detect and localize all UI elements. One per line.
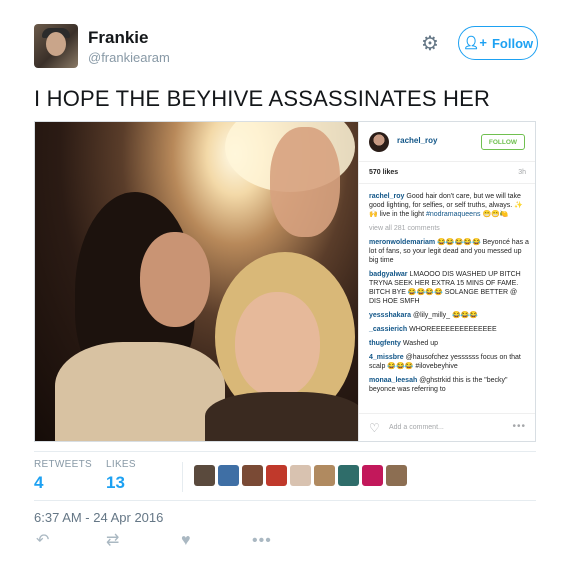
retweets-label: RETWEETS (34, 459, 92, 470)
comment-user: meronwoldemariam (369, 239, 436, 246)
caption-emoji: 😁😁🍋 (482, 211, 509, 218)
view-all-comments: view all 281 comments (369, 225, 440, 232)
liker-avatar[interactable] (362, 465, 383, 486)
user-name[interactable]: Frankie (88, 28, 148, 48)
instagram-time: 3h (518, 169, 526, 176)
instagram-avatar (369, 132, 389, 152)
heart-outline-icon: ♡ (369, 421, 380, 435)
tweet-actions: ↶ ⇄ ♥ ••• (34, 530, 334, 554)
comment-text: Washed up (402, 340, 438, 347)
comment: 4_missbre @hausofchez yessssss focus on … (369, 353, 529, 371)
photo-person-left-body (55, 342, 225, 441)
instagram-more-icon: ••• (512, 421, 526, 432)
comment-text: @lily_milly_ 😂😂😂 (413, 312, 479, 319)
tweet-media[interactable]: rachel_roy FOLLOW 570 likes 3h rachel_ro… (34, 121, 536, 442)
liker-avatar[interactable] (386, 465, 407, 486)
comment-user: thugfenty (369, 340, 401, 347)
instagram-header: rachel_roy FOLLOW (359, 122, 535, 162)
tweet-header: Frankie @frankiearam ⚙ 👤︎+ Follow (34, 24, 538, 72)
comment: badgyalwar LMAOOO DIS WASHED UP BITCH TR… (369, 270, 529, 306)
comment: _cassierich WHOREEEEEEEEEEEEEE (369, 325, 529, 334)
likes-stat[interactable]: LIKES 13 (106, 459, 136, 493)
tweet-text: I HOPE THE BEYHIVE ASSASSINATES HER (34, 86, 491, 111)
caption-user: rachel_roy (369, 193, 405, 200)
liker-avatar[interactable] (218, 465, 239, 486)
instagram-panel: rachel_roy FOLLOW 570 likes 3h rachel_ro… (358, 122, 535, 441)
comment-text: WHOREEEEEEEEEEEEEE (409, 326, 497, 333)
instagram-follow-button: FOLLOW (481, 134, 525, 150)
retweets-count: 4 (34, 473, 44, 492)
likes-count: 13 (106, 473, 125, 492)
retweet-icon[interactable]: ⇄ (106, 532, 119, 550)
follow-button[interactable]: 👤︎+ Follow (458, 26, 538, 60)
gear-icon[interactable]: ⚙ (418, 32, 442, 56)
comment: meronwoldemariam 😂😂😂😂😂 Beyoncé has a lot… (369, 238, 529, 265)
instagram-caption: rachel_roy Good hair don't care, but we … (369, 192, 529, 219)
tweet-stats: RETWEETS 4 LIKES 13 (34, 451, 536, 501)
avatar[interactable] (34, 24, 78, 68)
liker-avatar[interactable] (242, 465, 263, 486)
instagram-comments: rachel_roy Good hair don't care, but we … (369, 192, 529, 399)
comment: yessshakara @lily_milly_ 😂😂😂 (369, 311, 529, 320)
reply-icon[interactable]: ↶ (36, 532, 49, 550)
liker-avatar[interactable] (290, 465, 311, 486)
add-comment-placeholder: Add a comment... (389, 424, 444, 431)
liker-avatar[interactable] (194, 465, 215, 486)
comment-user: _cassierich (369, 326, 408, 333)
photo-hand (270, 127, 340, 237)
likes-label: LIKES (106, 459, 136, 470)
comment-user: yessshakara (369, 312, 412, 319)
avatar-face (46, 32, 66, 56)
comment: thugfenty Washed up (369, 339, 529, 348)
comment-user: badgyalwar (369, 271, 408, 278)
comment-user: 4_missbre (369, 354, 404, 361)
instagram-likes: 570 likes (369, 169, 399, 176)
liker-avatar[interactable] (266, 465, 287, 486)
liker-avatar[interactable] (314, 465, 335, 486)
heart-icon[interactable]: ♥ (181, 532, 191, 550)
instagram-meta: 570 likes 3h (359, 162, 535, 184)
comment-user: monaa_leesah (369, 377, 418, 384)
photo (35, 122, 358, 441)
comment: monaa_leesah @ghstrkid this is the "beck… (369, 376, 529, 394)
caption-hashtag: #nodramaqueens (425, 211, 481, 218)
retweets-stat[interactable]: RETWEETS 4 (34, 459, 92, 493)
instagram-footer: ♡ Add a comment... ••• (359, 413, 535, 441)
photo-person-right-body (205, 392, 358, 441)
user-handle[interactable]: @frankiearam (88, 50, 170, 65)
add-user-icon: 👤︎+ (462, 35, 487, 50)
photo-person-right-face (235, 292, 320, 397)
instagram-username: rachel_roy (397, 136, 438, 145)
liker-avatars (194, 465, 407, 486)
tweet-timestamp[interactable]: 6:37 AM - 24 Apr 2016 (34, 510, 163, 525)
stats-divider (182, 462, 183, 492)
liker-avatar[interactable] (338, 465, 359, 486)
photo-person-left-face (140, 232, 210, 327)
more-icon[interactable]: ••• (252, 532, 272, 550)
follow-label: Follow (491, 35, 534, 51)
